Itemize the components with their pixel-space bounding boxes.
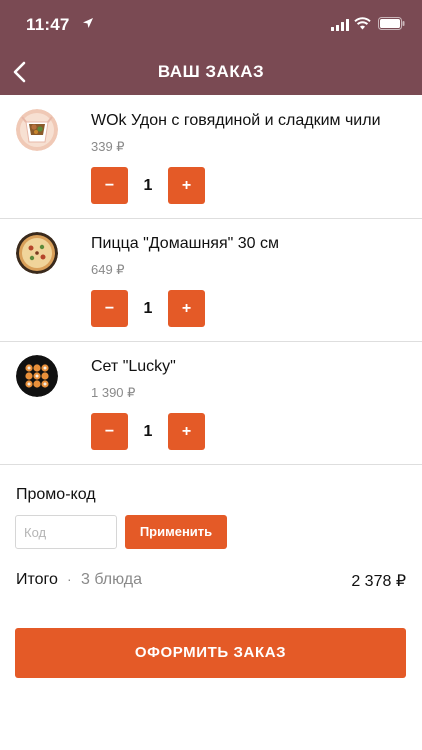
- status-bar: 11:47: [0, 0, 422, 44]
- battery-icon: [378, 17, 405, 30]
- apply-promo-button[interactable]: Применить: [125, 515, 227, 549]
- item-price: 1 390 ₽: [91, 385, 136, 400]
- increase-quantity-button[interactable]: +: [168, 290, 205, 327]
- dish-image-wok: [16, 109, 58, 151]
- promo-code-input[interactable]: [15, 515, 117, 549]
- item-name: WOk Удон с говядиной и сладким чили: [91, 112, 381, 129]
- dish-image-pizza: [16, 232, 58, 274]
- item-price: 649 ₽: [91, 262, 125, 277]
- page-title: ВАШ ЗАКАЗ: [157, 62, 265, 81]
- total-label: Итого: [16, 571, 58, 588]
- decrease-quantity-button[interactable]: −: [91, 167, 128, 204]
- checkout-button[interactable]: ОФОРМИТЬ ЗАКАЗ: [15, 628, 406, 678]
- decrease-quantity-button[interactable]: −: [91, 290, 128, 327]
- increase-quantity-button[interactable]: +: [168, 413, 205, 450]
- increase-quantity-button[interactable]: +: [168, 167, 205, 204]
- item-quantity: 1: [143, 177, 153, 194]
- promo-code-label: Промо-код: [16, 486, 96, 503]
- header-bar: 11:47 ВАШ ЗАКАЗ: [0, 0, 422, 95]
- cart-item: WOk Удон с говядиной и сладким чили 339 …: [0, 95, 422, 219]
- cart-item: Пицца "Домашняя" 30 см 649 ₽ − 1 +: [0, 218, 422, 342]
- item-quantity: 1: [143, 300, 153, 317]
- signal-icon: [331, 19, 349, 31]
- item-price: 339 ₽: [91, 139, 125, 154]
- status-time: 11:47: [26, 15, 70, 34]
- cart-item: Сет "Lucky" 1 390 ₽ − 1 +: [0, 341, 422, 465]
- item-name: Пицца "Домашняя" 30 см: [91, 235, 279, 252]
- total-dish-count: 3 блюда: [81, 571, 143, 588]
- wifi-icon: [354, 17, 371, 30]
- item-quantity: 1: [143, 423, 153, 440]
- item-name: Сет "Lucky": [91, 358, 176, 375]
- dish-image-sushi-set: [16, 355, 58, 397]
- location-arrow-icon: [83, 18, 93, 28]
- total-sum: 2 378 ₽: [351, 573, 406, 590]
- total-separator: ·: [67, 571, 72, 587]
- decrease-quantity-button[interactable]: −: [91, 413, 128, 450]
